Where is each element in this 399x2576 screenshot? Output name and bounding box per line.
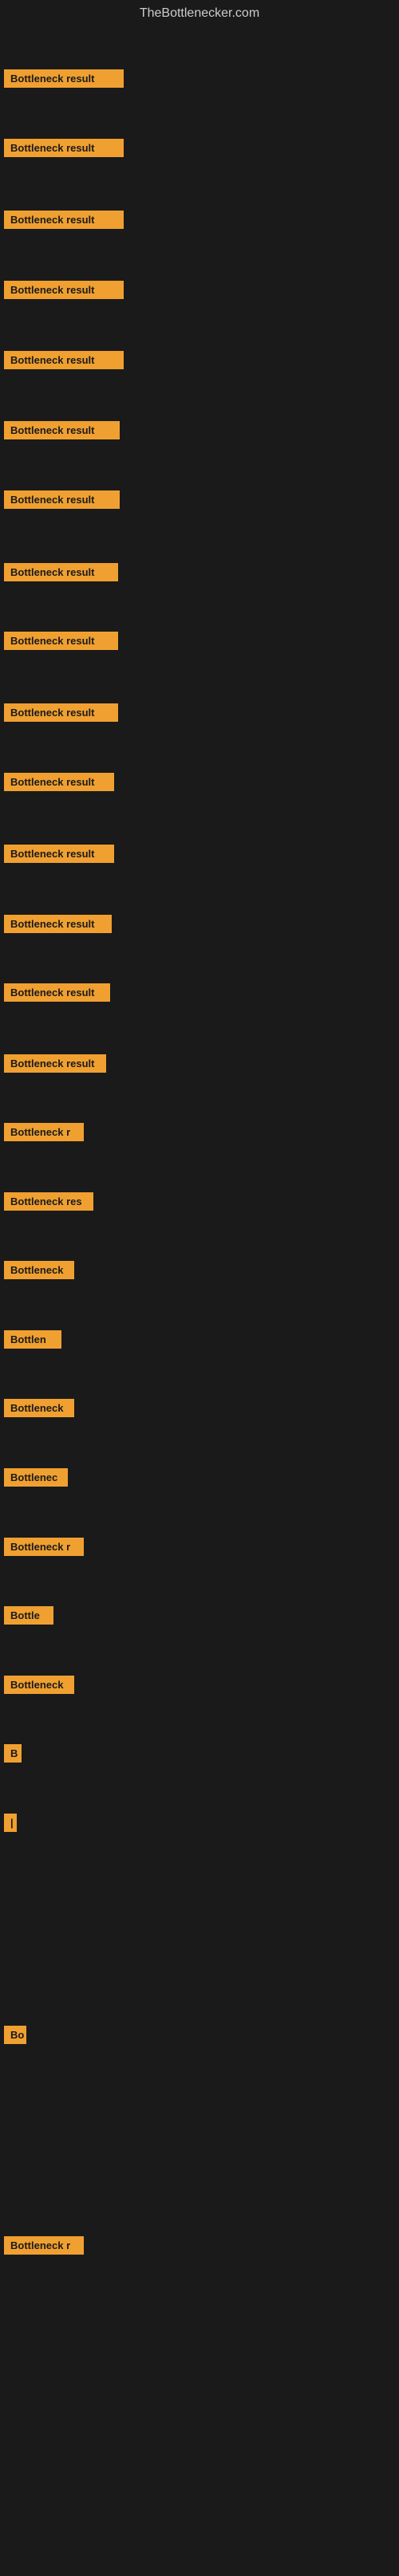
- bottleneck-item-2: Bottleneck result: [4, 139, 124, 161]
- bottleneck-badge[interactable]: Bottleneck result: [4, 490, 120, 509]
- bottleneck-badge[interactable]: Bottleneck: [4, 1399, 74, 1417]
- bottleneck-badge[interactable]: Bottleneck result: [4, 563, 118, 581]
- bottleneck-badge[interactable]: Bottleneck result: [4, 1054, 106, 1073]
- bottleneck-item-6: Bottleneck result: [4, 421, 120, 443]
- bottleneck-badge[interactable]: Bo: [4, 2026, 26, 2044]
- bottleneck-item-15: Bottleneck result: [4, 1054, 106, 1077]
- bottleneck-badge[interactable]: Bottleneck result: [4, 281, 124, 299]
- bottleneck-item-8: Bottleneck result: [4, 563, 118, 585]
- bottleneck-item-1: Bottleneck result: [4, 69, 124, 92]
- bottleneck-item-18: Bottleneck: [4, 1261, 74, 1283]
- bottleneck-item-4: Bottleneck result: [4, 281, 124, 303]
- bottleneck-badge[interactable]: |: [4, 1814, 17, 1832]
- bottleneck-badge[interactable]: Bottlenec: [4, 1468, 68, 1487]
- bottleneck-item-25: B: [4, 1744, 22, 1767]
- bottleneck-item-7: Bottleneck result: [4, 490, 120, 513]
- bottleneck-item-23: Bottle: [4, 1606, 53, 1629]
- bottleneck-badge[interactable]: Bottle: [4, 1606, 53, 1625]
- bottleneck-item-3: Bottleneck result: [4, 211, 124, 233]
- bottleneck-badge[interactable]: B: [4, 1744, 22, 1763]
- bottleneck-item-14: Bottleneck result: [4, 983, 110, 1006]
- bottleneck-badge[interactable]: Bottleneck result: [4, 983, 110, 1002]
- bottleneck-badge[interactable]: Bottleneck result: [4, 845, 114, 863]
- bottleneck-badge[interactable]: Bottleneck r: [4, 2236, 84, 2255]
- bottleneck-item-17: Bottleneck res: [4, 1192, 93, 1215]
- bottleneck-badge[interactable]: Bottleneck r: [4, 1538, 84, 1556]
- bottleneck-item-19: Bottlen: [4, 1330, 61, 1353]
- bottleneck-item-20: Bottleneck: [4, 1399, 74, 1421]
- bottleneck-item-21: Bottlenec: [4, 1468, 68, 1491]
- bottleneck-item-22: Bottleneck r: [4, 1538, 84, 1560]
- bottleneck-badge[interactable]: Bottlen: [4, 1330, 61, 1349]
- bottleneck-badge[interactable]: Bottleneck result: [4, 139, 124, 157]
- bottleneck-badge[interactable]: Bottleneck: [4, 1261, 74, 1279]
- bottleneck-badge[interactable]: Bottleneck result: [4, 351, 124, 369]
- bottleneck-item-9: Bottleneck result: [4, 632, 118, 654]
- bottleneck-item-16: Bottleneck r: [4, 1123, 84, 1145]
- bottleneck-item-10: Bottleneck result: [4, 703, 118, 726]
- bottleneck-badge[interactable]: Bottleneck result: [4, 773, 114, 791]
- bottleneck-badge[interactable]: Bottleneck result: [4, 69, 124, 88]
- bottleneck-item-28: Bottleneck r: [4, 2236, 84, 2259]
- site-title: TheBottlenecker.com: [0, 0, 399, 24]
- bottleneck-item-27: Bo: [4, 2026, 26, 2048]
- bottleneck-badge[interactable]: Bottleneck: [4, 1676, 74, 1694]
- bottleneck-badge[interactable]: Bottleneck result: [4, 421, 120, 439]
- bottleneck-badge[interactable]: Bottleneck result: [4, 211, 124, 229]
- bottleneck-badge[interactable]: Bottleneck result: [4, 915, 112, 933]
- bottleneck-badge[interactable]: Bottleneck result: [4, 703, 118, 722]
- bottleneck-badge[interactable]: Bottleneck res: [4, 1192, 93, 1211]
- bottleneck-item-11: Bottleneck result: [4, 773, 114, 795]
- bottleneck-badge[interactable]: Bottleneck result: [4, 632, 118, 650]
- bottleneck-badge[interactable]: Bottleneck r: [4, 1123, 84, 1141]
- bottleneck-item-12: Bottleneck result: [4, 845, 114, 867]
- bottleneck-item-24: Bottleneck: [4, 1676, 74, 1698]
- bottleneck-item-13: Bottleneck result: [4, 915, 112, 937]
- bottleneck-item-5: Bottleneck result: [4, 351, 124, 373]
- bottleneck-item-26: |: [4, 1814, 17, 1836]
